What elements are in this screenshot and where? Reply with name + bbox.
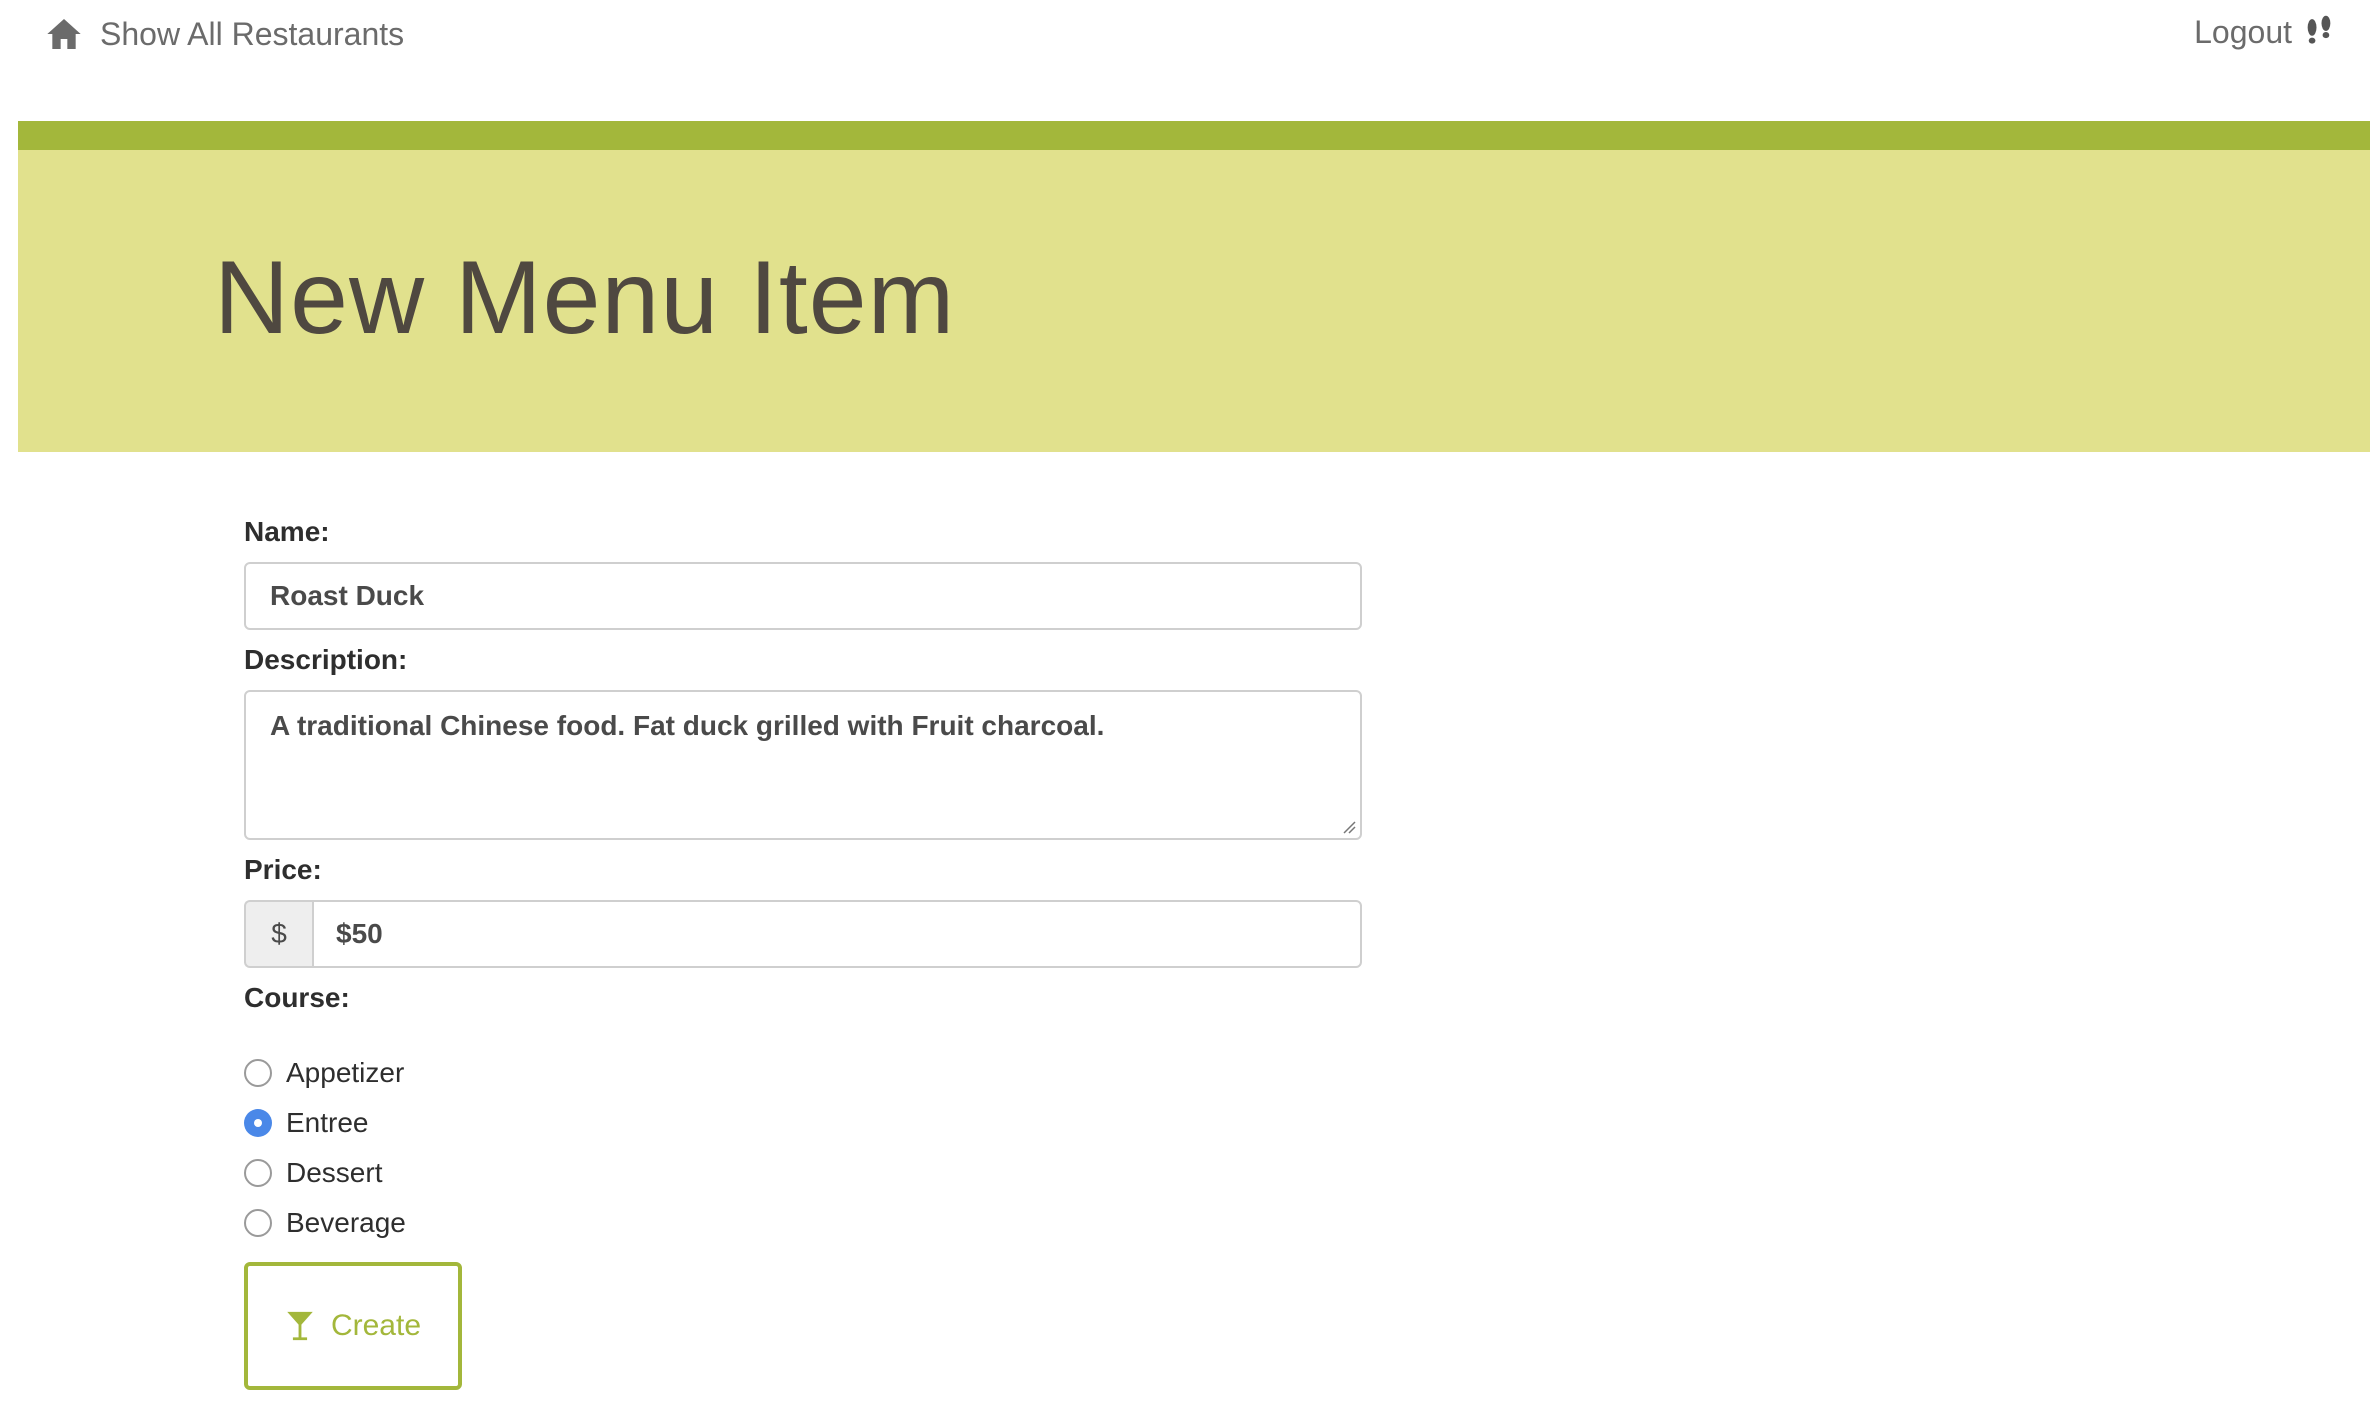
radio-beverage[interactable] xyxy=(244,1209,272,1237)
course-option-label: Dessert xyxy=(286,1157,383,1188)
currency-addon: $ xyxy=(244,900,312,968)
description-value: A traditional Chinese food. Fat duck gri… xyxy=(270,710,1105,741)
course-option-label: Appetizer xyxy=(286,1057,405,1088)
course-option-appetizer[interactable]: Appetizer xyxy=(244,1048,1364,1098)
top-navigation: Show All Restaurants Logout xyxy=(0,0,2380,80)
radio-entree[interactable] xyxy=(244,1109,272,1137)
home-icon xyxy=(47,19,81,49)
page-title: New Menu Item xyxy=(214,240,956,356)
name-label: Name: xyxy=(244,516,330,547)
resize-handle-icon[interactable] xyxy=(1340,818,1356,834)
new-menu-item-form: Name: Roast Duck Description: A traditio… xyxy=(244,512,1364,1390)
create-button-label: Create xyxy=(330,1309,422,1342)
course-option-dessert[interactable]: Dessert xyxy=(244,1148,1364,1198)
price-input-group: $ $50 xyxy=(244,900,1362,968)
course-label: Course: xyxy=(244,982,350,1013)
course-option-beverage[interactable]: Beverage xyxy=(244,1198,1364,1248)
course-option-label: Entree xyxy=(286,1107,369,1138)
cocktail-glass-icon xyxy=(287,1311,313,1341)
show-all-restaurants-link[interactable]: Show All Restaurants xyxy=(44,14,404,54)
description-textarea[interactable]: A traditional Chinese food. Fat duck gri… xyxy=(244,690,1362,840)
radio-appetizer[interactable] xyxy=(244,1059,272,1087)
course-option-label: Beverage xyxy=(286,1207,406,1238)
page-header-banner: New Menu Item xyxy=(18,121,2370,452)
show-all-restaurants-label: Show All Restaurants xyxy=(100,15,405,52)
banner-stripe xyxy=(18,121,2370,150)
course-radio-group: Appetizer Entree Dessert Beverage xyxy=(244,1048,1364,1248)
description-label: Description: xyxy=(244,644,408,675)
price-input[interactable]: $50 xyxy=(312,900,1362,968)
create-button[interactable]: Create xyxy=(244,1262,462,1390)
course-option-entree[interactable]: Entree xyxy=(244,1098,1364,1148)
logout-label: Logout xyxy=(2194,14,2292,50)
logout-link[interactable]: Logout xyxy=(2194,14,2336,51)
price-label: Price: xyxy=(244,854,322,885)
radio-dessert[interactable] xyxy=(244,1159,272,1187)
footprints-icon xyxy=(2307,15,2331,44)
name-input[interactable]: Roast Duck xyxy=(244,562,1362,630)
